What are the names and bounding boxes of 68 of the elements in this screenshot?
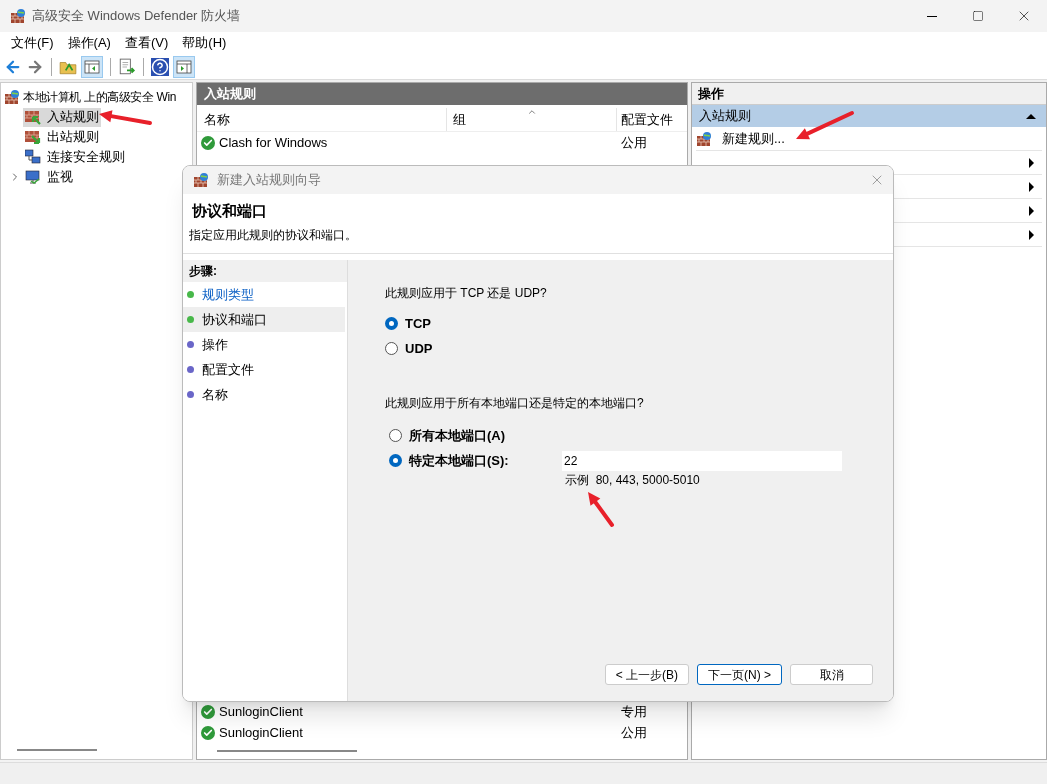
action-label: 新建规则... (722, 129, 785, 148)
pane-icon[interactable] (81, 55, 103, 78)
radio-button[interactable] (389, 453, 402, 467)
collapse-triangle-icon[interactable] (1026, 113, 1036, 119)
submenu-triangle-icon (1029, 157, 1034, 168)
step-item[interactable]: 配置文件 (183, 357, 345, 382)
tree-item[interactable]: 入站规则 (23, 107, 101, 127)
tree-item[interactable]: 连接安全规则 (23, 147, 127, 167)
tree-item[interactable]: 出站规则 (23, 127, 101, 147)
maximize-icon (972, 10, 984, 22)
column-header[interactable]: 名称 (197, 108, 447, 131)
menu-item[interactable]: 帮助(H) (175, 33, 234, 53)
dialog-button[interactable]: 取消 (790, 664, 873, 685)
radio-label[interactable]: 特定本地端口(S): (409, 450, 555, 470)
step-item[interactable]: 名称 (183, 382, 345, 407)
menu-item[interactable]: 文件(F) (4, 33, 61, 53)
submenu-triangle-icon (1029, 181, 1034, 192)
rule-name: Clash for Windows (219, 133, 328, 152)
dialog-heading: 协议和端口 (191, 201, 267, 221)
column-header[interactable]: 配置文件 (617, 108, 673, 131)
computers-icon (25, 149, 41, 165)
firewall-icon (193, 172, 209, 188)
dialog-title: 新建入站规则向导 (217, 171, 321, 190)
rule-profile: 专用 (621, 702, 647, 721)
dialog-button[interactable]: 下一页(N) > (697, 664, 782, 685)
submenu-triangle-icon (1029, 205, 1034, 216)
rule-name: SunloginClient (219, 702, 303, 721)
tree-item[interactable]: 本地计算机 上的高级安全 Win (23, 88, 176, 106)
brick-wall-star-icon (696, 130, 712, 147)
port-input-field[interactable]: 22 (562, 450, 842, 471)
annotation-arrow (796, 111, 854, 140)
menu-item[interactable]: 操作(A) (60, 33, 118, 53)
submenu-triangle-icon (1029, 229, 1034, 240)
steps-title: 步骤: (183, 260, 347, 282)
panel-header: 操作 (692, 83, 1046, 105)
port-hint: 示例 80, 443, 5000-5010 (564, 471, 701, 489)
section-header[interactable]: 入站规则 (692, 105, 1046, 127)
dialog-button[interactable]: < 上一步(B) (604, 664, 689, 685)
column-header[interactable]: 组 (447, 108, 617, 131)
radio-label[interactable]: TCP (405, 314, 431, 334)
radio-button[interactable] (389, 429, 402, 442)
rule-name: SunloginClient (219, 723, 303, 742)
step-item[interactable]: 协议和端口 (183, 307, 345, 332)
panel-header: 入站规则 (197, 83, 687, 105)
radio-button[interactable] (385, 317, 398, 331)
export-icon[interactable] (118, 57, 136, 76)
annotation-arrow (99, 110, 152, 125)
rule-profile: 公用 (621, 723, 647, 742)
port-question: 此规则应用于所有本地端口还是特定的本地端口? (385, 395, 645, 412)
pane-icon[interactable] (173, 55, 195, 78)
annotation-arrow (588, 492, 614, 527)
radio-button[interactable] (385, 341, 398, 355)
protocol-question: 此规则应用于 TCP 还是 UDP? (385, 285, 548, 302)
rule-profile: 公用 (621, 133, 647, 152)
radio-label[interactable]: 所有本地端口(A) (409, 426, 555, 446)
step-item[interactable]: 规则类型 (183, 282, 345, 307)
firewall-icon (10, 8, 26, 24)
step-item[interactable]: 操作 (183, 332, 345, 357)
monitor-icon (25, 169, 41, 185)
menu-item[interactable]: 查看(V) (117, 33, 176, 53)
dialog-subtitle: 指定应用此规则的协议和端口。 (189, 226, 357, 244)
radio-label[interactable]: UDP (405, 338, 433, 358)
minimize-icon (927, 15, 937, 17)
tree-item[interactable]: 监视 (23, 167, 75, 187)
window-title: 高级安全 Windows Defender 防火墙 (32, 7, 241, 26)
sort-caret-icon (527, 107, 537, 117)
help-icon[interactable] (151, 57, 169, 76)
firewall-icon (4, 89, 20, 105)
